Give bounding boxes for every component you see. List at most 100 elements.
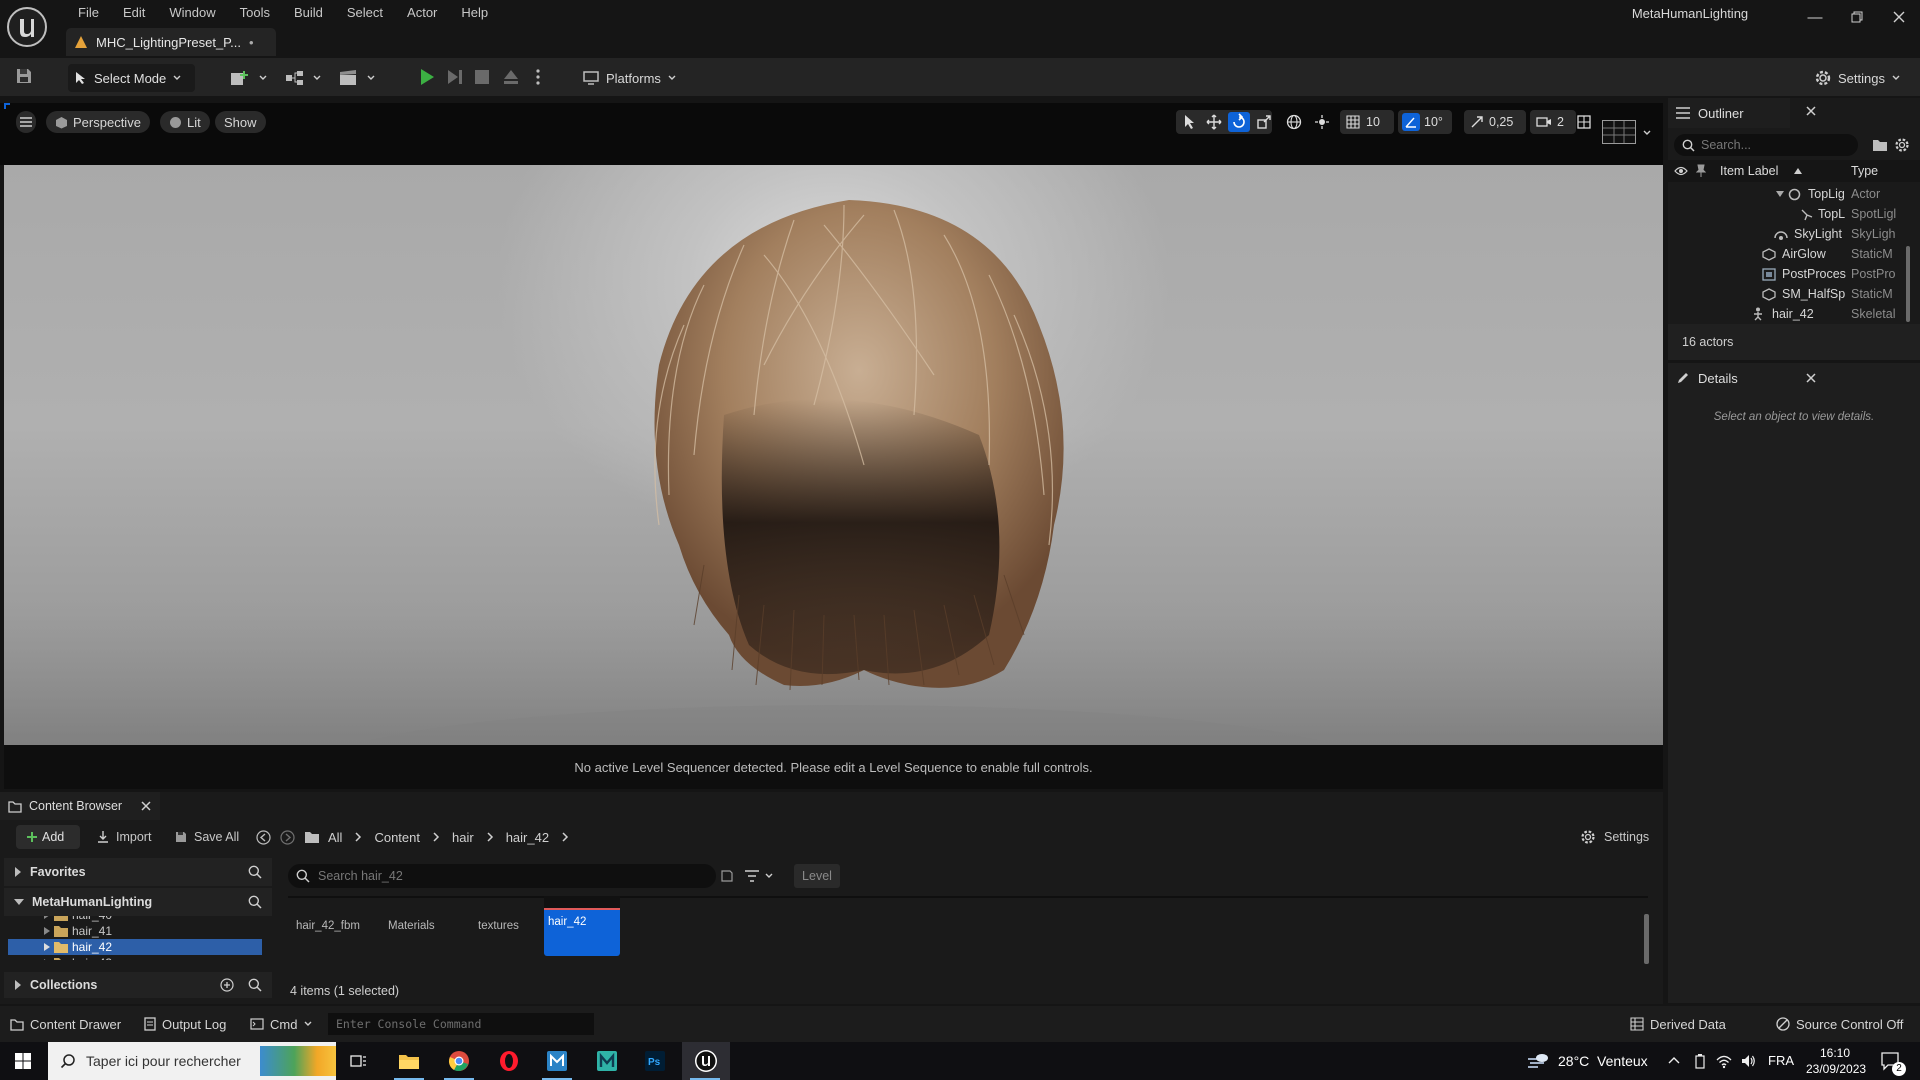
breadcrumb-hair-42[interactable]: hair_42 bbox=[506, 830, 549, 845]
surface-snap-icon[interactable] bbox=[1314, 114, 1330, 130]
weather-icon[interactable] bbox=[1526, 1051, 1550, 1071]
show-button[interactable]: Show bbox=[215, 111, 266, 133]
opera-icon[interactable] bbox=[486, 1042, 532, 1080]
expand-arrow-icon[interactable] bbox=[1776, 191, 1784, 197]
weather-text[interactable]: 28°C Venteux bbox=[1558, 1042, 1648, 1080]
perspective-button[interactable]: Perspective bbox=[46, 111, 150, 133]
clock[interactable]: 16:10 23/09/2023 bbox=[1806, 1045, 1866, 1077]
outliner-row[interactable]: hair_42 Skeletal bbox=[1668, 304, 1920, 324]
translate-tool-icon[interactable] bbox=[1206, 114, 1222, 130]
scale-snap-toggle[interactable]: 0,25 bbox=[1464, 110, 1526, 134]
lit-button[interactable]: Lit bbox=[160, 111, 210, 133]
details-tab[interactable]: Details bbox=[1668, 363, 1790, 393]
level-document-tab[interactable]: MHC_LightingPreset_P... • bbox=[66, 28, 276, 56]
visibility-eye-icon[interactable] bbox=[1674, 165, 1688, 177]
chevron-down-icon[interactable] bbox=[1642, 128, 1652, 138]
menu-actor[interactable]: Actor bbox=[395, 2, 449, 24]
editor-settings-button[interactable]: Settings bbox=[1808, 64, 1907, 92]
grid-snap-toggle[interactable]: 10 bbox=[1340, 110, 1394, 134]
add-folder-icon[interactable] bbox=[1872, 138, 1888, 152]
asset-tile-hair-42-fbm[interactable]: hair_42_fbm bbox=[296, 920, 372, 932]
app-m-teal-icon[interactable] bbox=[584, 1042, 630, 1080]
menu-select[interactable]: Select bbox=[335, 2, 395, 24]
breadcrumb-content[interactable]: Content bbox=[374, 830, 420, 845]
unreal-engine-taskbar-icon[interactable] bbox=[682, 1042, 730, 1080]
folder-icon[interactable] bbox=[304, 831, 320, 844]
asset-search-input[interactable]: Search hair_42 bbox=[288, 864, 716, 888]
derived-data-button[interactable]: Derived Data bbox=[1630, 1006, 1726, 1042]
cinematics-button[interactable] bbox=[332, 64, 382, 92]
forward-arrow-icon[interactable] bbox=[280, 830, 295, 845]
content-drawer-button[interactable]: Content Drawer bbox=[10, 1006, 121, 1042]
content-browser-tab[interactable]: Content Browser bbox=[0, 792, 160, 820]
task-view-icon[interactable] bbox=[336, 1042, 382, 1080]
outliner-tab[interactable]: Outliner bbox=[1668, 98, 1790, 128]
search-icon[interactable] bbox=[248, 978, 262, 992]
advance-frame-icon[interactable] bbox=[446, 68, 464, 86]
save-icon[interactable] bbox=[14, 66, 34, 86]
asset-tile-materials[interactable]: Materials bbox=[388, 920, 464, 932]
source-control-button[interactable]: Source Control Off bbox=[1776, 1006, 1903, 1042]
outliner-row[interactable]: TopL SpotLigl bbox=[1668, 204, 1920, 224]
save-search-icon[interactable] bbox=[720, 869, 734, 883]
windows-start-icon[interactable] bbox=[0, 1042, 46, 1080]
tree-folder[interactable]: hair_40 bbox=[44, 916, 112, 923]
close-details-icon[interactable] bbox=[1806, 373, 1816, 383]
output-log-button[interactable]: Output Log bbox=[144, 1006, 226, 1042]
play-icon[interactable] bbox=[418, 68, 436, 86]
favorites-section[interactable]: Favorites bbox=[4, 858, 272, 886]
taskbar-search-box[interactable]: Taper ici pour rechercher bbox=[48, 1042, 336, 1080]
viewport-menu-icon[interactable] bbox=[16, 111, 36, 133]
search-icon[interactable] bbox=[248, 865, 262, 879]
outliner-row[interactable]: SkyLight SkyLigh bbox=[1668, 224, 1920, 244]
tree-folder[interactable]: hair_43 bbox=[44, 955, 112, 960]
select-mode-dropdown[interactable]: Select Mode bbox=[68, 64, 195, 92]
asset-tile-textures[interactable]: textures bbox=[478, 920, 554, 932]
minimize-icon[interactable]: — bbox=[1794, 0, 1836, 34]
import-button[interactable]: Import bbox=[96, 825, 151, 849]
scale-tool-icon[interactable] bbox=[1256, 114, 1272, 130]
chrome-icon[interactable] bbox=[436, 1042, 482, 1080]
blueprints-button[interactable] bbox=[278, 64, 328, 92]
battery-icon[interactable] bbox=[1694, 1053, 1706, 1069]
level-viewport[interactable] bbox=[4, 165, 1663, 745]
breadcrumb-all[interactable]: All bbox=[328, 830, 342, 845]
asset-scrollbar[interactable] bbox=[1644, 914, 1649, 964]
level-filter-chip[interactable]: Level bbox=[794, 864, 840, 888]
type-column[interactable]: Type bbox=[1851, 160, 1878, 182]
camera-speed-button[interactable]: 2 bbox=[1530, 110, 1576, 134]
unreal-logo-icon[interactable] bbox=[6, 6, 48, 48]
platforms-dropdown[interactable]: Platforms bbox=[576, 64, 683, 92]
menu-build[interactable]: Build bbox=[282, 2, 335, 24]
photoshop-icon[interactable]: Ps bbox=[632, 1042, 678, 1080]
back-arrow-icon[interactable] bbox=[256, 830, 271, 845]
menu-edit[interactable]: Edit bbox=[111, 2, 157, 24]
outliner-row[interactable]: TopLig Actor bbox=[1668, 184, 1920, 204]
search-icon[interactable] bbox=[248, 895, 262, 909]
menu-tools[interactable]: Tools bbox=[228, 2, 282, 24]
project-root-section[interactable]: MetaHumanLighting bbox=[4, 888, 272, 916]
outliner-search-input[interactable]: Search... bbox=[1674, 134, 1858, 156]
close-window-icon[interactable] bbox=[1878, 0, 1920, 34]
maximize-viewport-icon[interactable] bbox=[1576, 114, 1592, 130]
rotation-snap-toggle[interactable]: 10° bbox=[1398, 110, 1452, 134]
content-browser-settings-button[interactable]: Settings bbox=[1580, 825, 1649, 849]
add-collection-icon[interactable] bbox=[220, 978, 234, 992]
console-command-input[interactable]: Enter Console Command bbox=[328, 1013, 594, 1035]
outliner-row[interactable]: AirGlow StaticM bbox=[1668, 244, 1920, 264]
eject-icon[interactable] bbox=[502, 68, 520, 86]
world-space-icon[interactable] bbox=[1286, 114, 1302, 130]
tree-folder[interactable]: hair_42 bbox=[44, 939, 112, 955]
breadcrumb-hair[interactable]: hair bbox=[452, 830, 474, 845]
stop-icon[interactable] bbox=[474, 69, 490, 85]
input-language[interactable]: FRA bbox=[1768, 1042, 1794, 1080]
speaker-icon[interactable] bbox=[1740, 1053, 1756, 1069]
cmd-dropdown[interactable]: Cmd bbox=[250, 1006, 313, 1042]
file-explorer-icon[interactable] bbox=[386, 1042, 432, 1080]
close-outliner-icon[interactable] bbox=[1806, 106, 1816, 116]
rotate-tool-icon[interactable] bbox=[1228, 112, 1250, 132]
outliner-row[interactable]: SM_HalfSp StaticM bbox=[1668, 284, 1920, 304]
play-options-icon[interactable] bbox=[534, 68, 542, 86]
close-content-browser-icon[interactable] bbox=[141, 801, 151, 811]
app-m-blue-icon[interactable] bbox=[534, 1042, 580, 1080]
